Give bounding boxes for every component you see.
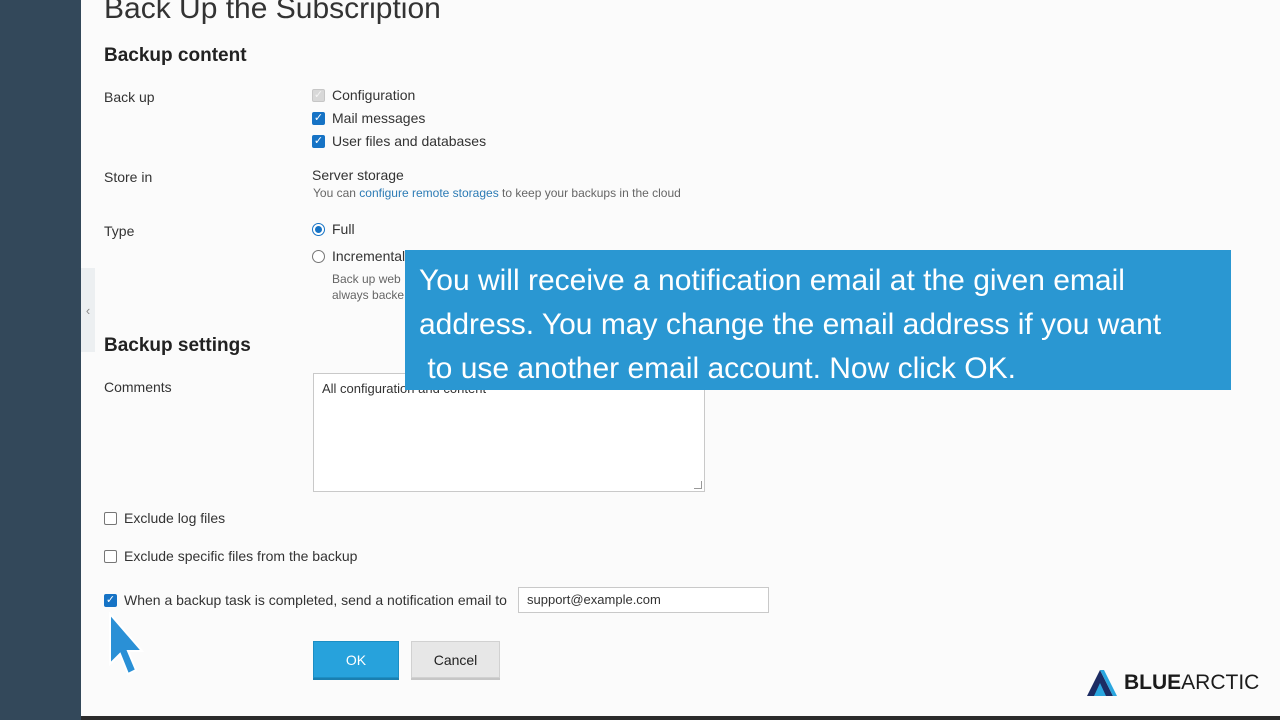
remote-storage-hint: You can configure remote storages to kee… xyxy=(313,186,681,200)
type-full-radio[interactable]: Full xyxy=(312,221,355,237)
cancel-button[interactable]: Cancel xyxy=(411,641,500,678)
checkbox-unchecked-icon[interactable] xyxy=(104,549,117,563)
configure-remote-storages-link[interactable]: configure remote storages xyxy=(359,186,498,200)
callout-line-1: You will receive a notification email at… xyxy=(419,264,1125,297)
callout-line-2: address. You may change the email addres… xyxy=(419,308,1162,341)
checkbox-checked-icon[interactable]: ✓ xyxy=(312,134,325,148)
checkbox-checked-icon[interactable]: ✓ xyxy=(312,111,325,125)
exclude-log-files-label[interactable]: Exclude log files xyxy=(124,510,225,526)
store-in-label: Store in xyxy=(104,169,153,185)
configuration-label: Configuration xyxy=(332,87,416,103)
type-incremental-radio[interactable]: Incremental xyxy=(312,248,405,264)
back-up-label: Back up xyxy=(104,89,155,105)
type-full-label[interactable]: Full xyxy=(332,221,355,237)
checkbox-checked-disabled-icon: ✓ xyxy=(312,88,325,102)
page-title: Back Up the Subscription xyxy=(104,0,441,25)
exclude-specific-files-label[interactable]: Exclude specific files from the backup xyxy=(124,548,357,564)
resize-grip-icon[interactable] xyxy=(694,481,702,489)
type-label: Type xyxy=(104,223,135,239)
mouse-pointer-icon xyxy=(109,612,145,676)
bluearctic-logo-icon xyxy=(1087,670,1117,696)
user-files-databases-checkbox[interactable]: ✓ User files and databases xyxy=(312,133,486,149)
tutorial-callout: You will receive a notification email at… xyxy=(405,250,1231,390)
mail-messages-label[interactable]: Mail messages xyxy=(332,110,425,126)
brand-logo: BLUEARCTIC xyxy=(1086,668,1259,698)
ok-button[interactable]: OK xyxy=(313,641,399,678)
radio-selected-icon[interactable] xyxy=(312,222,325,236)
bottom-edge-bar xyxy=(81,716,1280,720)
store-in-value: Server storage xyxy=(312,167,404,183)
exclude-specific-files-checkbox[interactable]: Exclude specific files from the backup xyxy=(104,548,357,564)
backup-settings-heading: Backup settings xyxy=(104,335,251,356)
incremental-hint-line2: always backe xyxy=(332,288,405,302)
notification-email-checkbox[interactable]: ✓ When a backup task is completed, send … xyxy=(104,592,507,608)
checkbox-unchecked-icon[interactable] xyxy=(104,511,117,525)
user-files-databases-label[interactable]: User files and databases xyxy=(332,133,486,149)
mail-messages-checkbox[interactable]: ✓ Mail messages xyxy=(312,110,425,126)
incremental-hint-line1: Back up web xyxy=(332,272,401,286)
checkbox-checked-icon[interactable]: ✓ xyxy=(104,593,117,607)
left-sidebar xyxy=(0,0,81,720)
radio-unselected-icon[interactable] xyxy=(312,249,325,263)
chevron-left-icon: ‹ xyxy=(85,302,91,318)
brand-name: BLUEARCTIC xyxy=(1124,671,1260,694)
configuration-checkbox: ✓ Configuration xyxy=(312,87,415,103)
type-incremental-label[interactable]: Incremental xyxy=(332,248,405,264)
sidebar-collapse-handle[interactable]: ‹ xyxy=(81,268,95,352)
notification-email-label[interactable]: When a backup task is completed, send a … xyxy=(124,592,507,608)
comments-label: Comments xyxy=(104,379,172,395)
backup-content-heading: Backup content xyxy=(104,45,247,66)
exclude-log-files-checkbox[interactable]: Exclude log files xyxy=(104,510,225,526)
callout-line-3: to use another email account. Now click … xyxy=(419,352,1016,385)
notification-email-input[interactable]: support@example.com xyxy=(518,587,769,613)
